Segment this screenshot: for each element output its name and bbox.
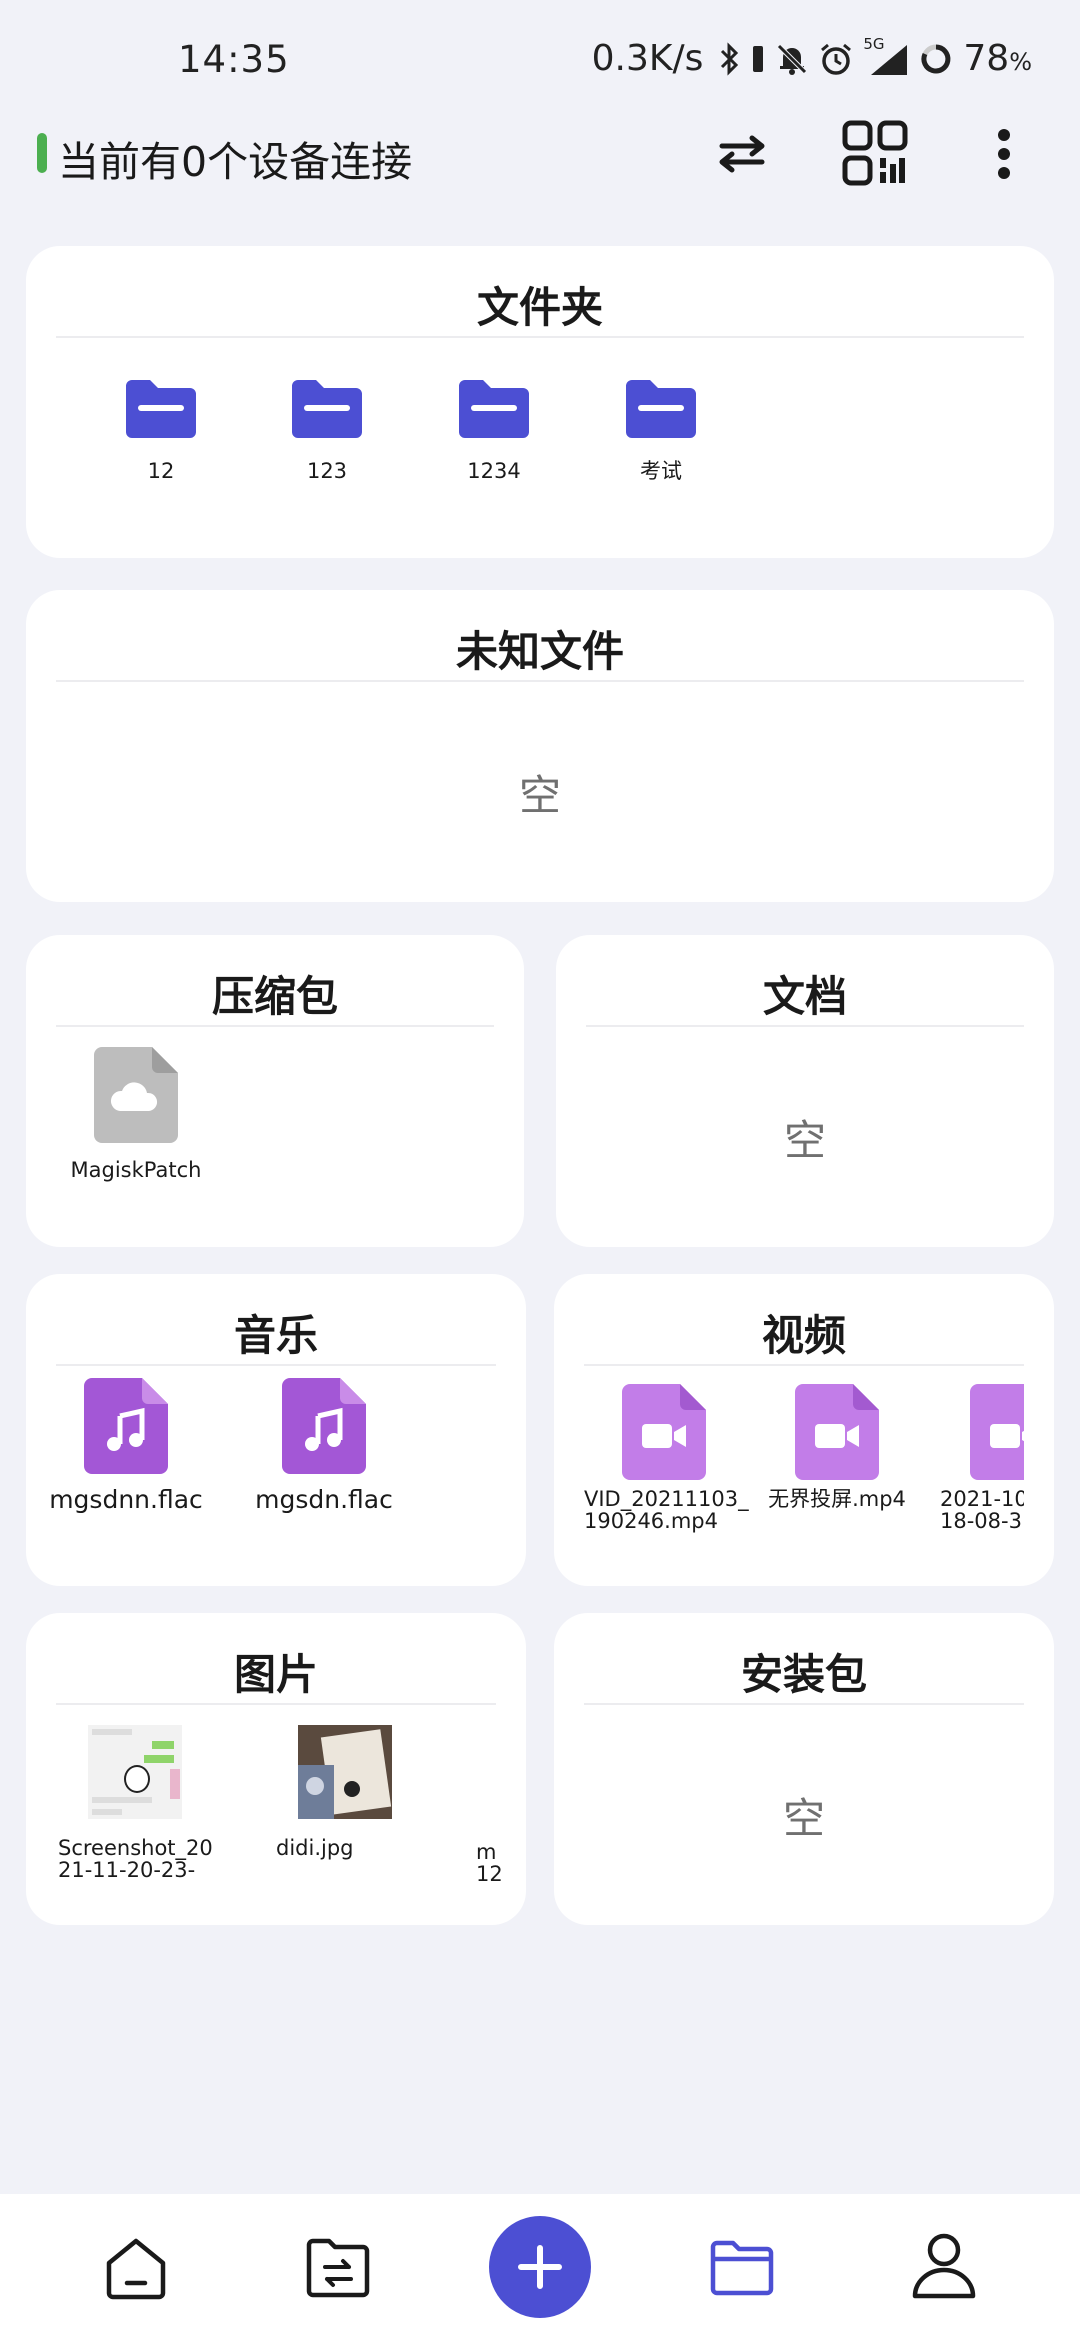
card-title: 文档 [762,972,847,1021]
documents-card: 文档 空 [556,935,1054,1247]
image-item[interactable]: didi.jpg [268,1725,428,1859]
apk-card: 安装包 空 [554,1613,1054,1925]
home-icon[interactable] [96,2228,176,2308]
more-vert-icon[interactable] [986,124,1022,184]
file-item[interactable]: mgsdn.flac [244,1378,404,1514]
file-name: MagiskPatch [70,1158,202,1182]
file-item[interactable]: VID_20211103_ 190246.mp4 [584,1384,749,1533]
music-card: 音乐 mgsdnn.flac mgsdn.flac [26,1274,526,1586]
card-title: 安装包 [740,1650,867,1699]
folder-name: 考试 [640,459,682,483]
card-title: 视频 [761,1311,846,1360]
status-time: 14:35 [178,38,290,81]
folder-name: 1234 [467,459,521,483]
folder-item[interactable]: 123 [252,380,402,483]
folder-name: 123 [306,459,348,483]
music-file-icon [84,1378,168,1474]
divider [56,1025,494,1027]
file-transfer-icon[interactable] [298,2228,378,2308]
folders-card: 文件夹 12 123 1234 考试 [26,246,1054,558]
empty-text: 空 [782,1794,825,1843]
video-file-icon [970,1384,1024,1480]
folder-icon [459,380,529,438]
card-title: 文件夹 [476,283,603,332]
image-item[interactable]: Screenshot_20 21-11-20-23- [58,1725,218,1881]
vibrate-icon [753,45,764,72]
image-item[interactable]: m 12 [476,1825,516,1885]
unknown-files-card: 未知文件 空 [26,590,1054,902]
bluetooth-icon [721,41,739,76]
file-name: mgsdn.flac [255,1485,393,1514]
connection-status: 当前有0个设备连接 [58,138,413,186]
net-speed: 0.3K/s [591,38,704,79]
add-button[interactable] [489,2216,591,2318]
qr-code-icon[interactable] [840,118,910,188]
empty-text: 空 [783,1116,826,1165]
folder-item[interactable]: 12 [86,380,236,483]
mute-bell-icon [777,43,808,75]
folder-item[interactable]: 1234 [419,380,569,483]
folder-icon [126,380,196,438]
folder-name: 12 [147,459,175,483]
file-name: didi.jpg [276,1836,354,1860]
profile-icon[interactable] [904,2226,984,2306]
file-item[interactable]: 2021-10-18-08-3 [940,1384,1024,1532]
video-list: VID_20211103_ 190246.mp4 无界投屏.mp4 2021-10… [584,1374,1024,1574]
card-title: 未知文件 [455,627,624,676]
video-file-icon [795,1384,879,1480]
transfer-icon[interactable] [714,128,770,178]
file-name: VID_20211103_ 190246.mp4 [584,1487,749,1533]
images-card: 图片 Screenshot_20 21-11-20-23- didi.jpg m1… [26,1613,526,1925]
empty-text: 空 [518,771,561,820]
divider [56,336,1024,338]
file-name: 2021-10-18-08-3 [940,1487,1024,1533]
photo-thumbnail [298,1725,392,1819]
divider [56,680,1024,682]
divider [584,1364,1024,1366]
cloud-file-icon [94,1047,178,1143]
divider [56,1703,496,1705]
folder-icon [292,380,362,438]
card-title: 音乐 [233,1311,318,1360]
music-file-icon [282,1378,366,1474]
screenshot-thumbnail [88,1725,182,1819]
video-file-icon [622,1384,706,1480]
archives-card: 压缩包 MagiskPatch [26,935,524,1247]
battery-ring-icon [921,44,951,73]
alarm-icon [821,43,852,75]
battery-level: 78% [963,38,1032,79]
status-icons: 0.3K/s 5G 78% [591,35,1032,80]
divider [584,1703,1024,1705]
file-item[interactable]: mgsdnn.flac [46,1378,206,1514]
divider [586,1025,1024,1027]
folder-icon [626,380,696,438]
card-title: 压缩包 [211,972,338,1021]
file-name: m 12 [476,1840,503,1886]
folder-nav-icon[interactable] [702,2228,782,2308]
file-name: 无界投屏.mp4 [768,1487,906,1511]
file-item[interactable]: MagiskPatch [56,1047,216,1182]
connection-indicator [37,133,47,173]
file-name: mgsdnn.flac [49,1485,203,1514]
status-bar: 14:35 0.3K/s 5G 78% [0,0,1080,120]
divider [56,1364,496,1366]
folder-item[interactable]: 考试 [586,380,736,483]
add-icon [518,2245,562,2289]
card-title: 图片 [233,1650,318,1699]
file-item[interactable]: 无界投屏.mp4 [762,1384,912,1511]
folder-icon [710,2240,774,2296]
signal-icon: 5G [863,35,909,77]
videos-card: 视频 VID_20211103_ 190246.mp4 无界投屏.mp4 2021… [554,1274,1054,1586]
file-name: Screenshot_20 21-11-20-23- [58,1836,213,1882]
